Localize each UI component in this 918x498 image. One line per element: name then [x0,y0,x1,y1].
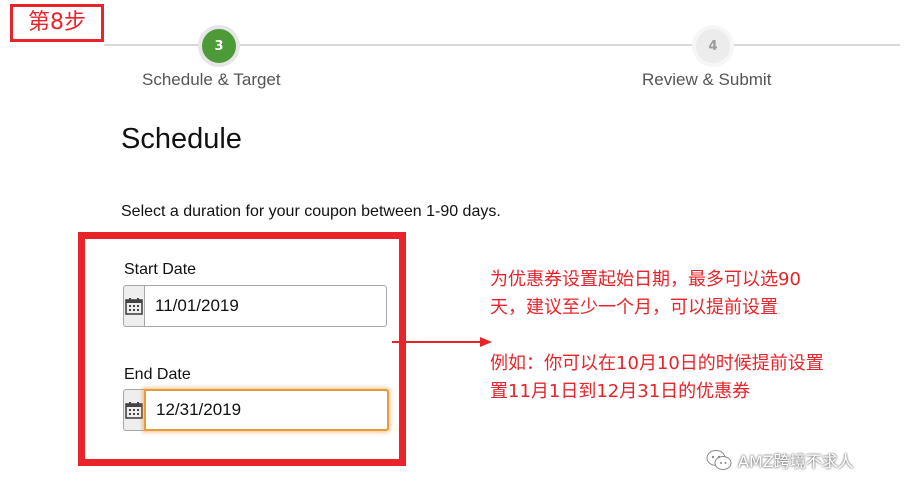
start-date-input[interactable] [144,285,387,327]
watermark-text: AMZ跨境不求人 [738,452,854,471]
duration-description: Select a duration for your coupon betwee… [121,203,501,220]
calendar-icon[interactable] [123,285,144,327]
wechat-icon [706,450,732,470]
start-date-group [123,285,387,327]
watermark: AMZ跨境不求人 [706,448,854,472]
step-3-indicator: 3 [198,25,240,67]
annotation-line-4: 置11月1日到12月31日的优惠券 [490,381,751,402]
step-4-indicator: 4 [692,25,734,67]
page-title: Schedule [121,123,242,155]
start-date-label: Start Date [124,261,197,278]
annotation-line-1: 为优惠券设置起始日期，最多可以选90 [490,269,801,290]
annotation-line-2: 天，建议至少一个月，可以提前设置 [490,297,778,318]
end-date-input[interactable] [144,389,389,431]
end-date-group [123,389,389,431]
end-date-label: End Date [124,366,191,383]
annotation-line-3: 例如：你可以在10月10日的时候提前设置 [490,353,824,374]
step-4-label: Review & Submit [642,70,772,89]
step-3-label: Schedule & Target [142,70,281,89]
arrow-right-icon [392,337,492,347]
step-tag: 第8步 [10,4,104,42]
calendar-icon[interactable] [123,389,144,431]
